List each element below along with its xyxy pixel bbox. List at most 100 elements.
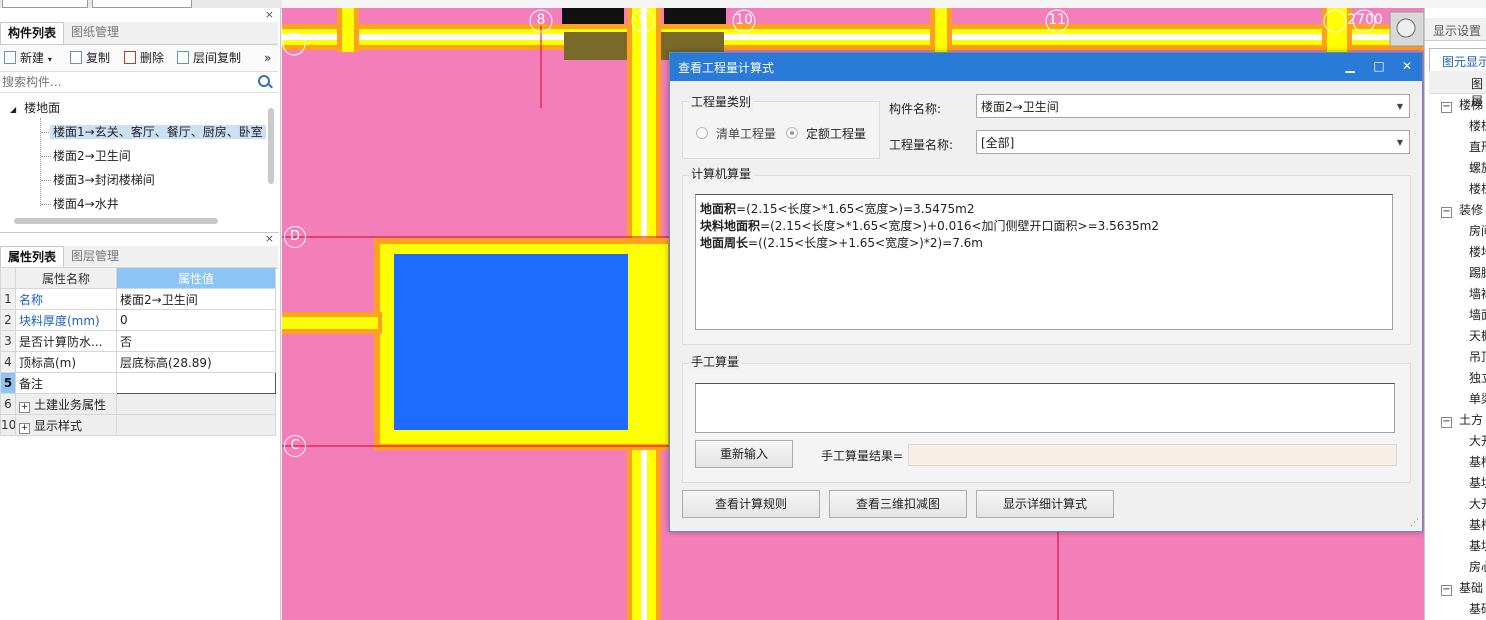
- layer-item[interactable]: 基坑: [1469, 473, 1486, 494]
- property-value[interactable]: 0: [116, 309, 276, 331]
- close-icon[interactable]: ×: [265, 232, 274, 245]
- tree-item-floor1[interactable]: 楼面1→玄关、客厅、餐厅、厨房、卧室: [50, 122, 266, 142]
- collapse-icon[interactable]: −: [1441, 417, 1452, 428]
- view-rules-button[interactable]: 查看计算规则: [682, 490, 820, 518]
- radio-bill-qty[interactable]: 清单工程量: [696, 125, 776, 142]
- layer-item[interactable]: 基槽: [1469, 452, 1486, 473]
- component-toolbar: 新建 ▾ 复制 删除 层间复制 »: [0, 45, 278, 72]
- display-settings-panel: 显示设置 图元显示 图层 −楼梯楼梯直形螺旋楼梯−装修房间楼地踢脚墙裙墙面天棚吊…: [1424, 8, 1486, 620]
- property-row-display-style[interactable]: 10 + 显示样式: [0, 414, 276, 436]
- manual-calc-input[interactable]: [695, 383, 1395, 433]
- property-tabs: 属性列表 图层管理: [0, 246, 278, 269]
- layer-group-label: 装修: [1459, 203, 1484, 217]
- grid-header: 属性名称 属性值: [0, 267, 276, 289]
- floor-selector[interactable]: [2, 0, 88, 8]
- tab-drawing-management[interactable]: 图纸管理: [64, 22, 126, 43]
- qty-name-label: 工程量名称:: [889, 138, 954, 152]
- header-property-name: 属性名称: [15, 267, 117, 289]
- property-row-civil-attrs[interactable]: 6 + 土建业务属性: [0, 393, 276, 415]
- layer-item[interactable]: 大开: [1469, 431, 1486, 452]
- tab-component-list[interactable]: 构件列表: [0, 22, 65, 44]
- tree-item-floor3[interactable]: 楼面3→封闭楼梯间: [53, 170, 155, 190]
- search-icon[interactable]: [258, 75, 270, 87]
- tab-property-list[interactable]: 属性列表: [0, 246, 65, 268]
- expand-icon[interactable]: +: [19, 422, 30, 434]
- tree-connector: [41, 204, 51, 205]
- property-row-waterproof[interactable]: 3 是否计算防水... 否: [0, 330, 276, 352]
- layer-item[interactable]: 大开: [1469, 494, 1486, 515]
- property-value[interactable]: 否: [116, 330, 276, 352]
- category-selector[interactable]: [92, 0, 192, 8]
- tree-vertical-scrollbar[interactable]: [268, 108, 274, 184]
- more-icon[interactable]: »: [264, 50, 271, 66]
- floor-copy-button[interactable]: 层间复制: [177, 50, 241, 66]
- dialog-titlebar[interactable]: 查看工程量计算式 ▁ □ ✕: [670, 53, 1422, 81]
- layer-item[interactable]: 楼梯: [1469, 179, 1486, 200]
- layer-group[interactable]: − 楼梯: [1441, 95, 1483, 116]
- collapse-arrow-icon[interactable]: ◢: [10, 105, 16, 114]
- component-search: [0, 72, 278, 93]
- property-value[interactable]: 楼面2→卫生间: [116, 288, 276, 310]
- property-row-thickness[interactable]: 2 块料厚度(mm) 0: [0, 309, 276, 331]
- layer-item[interactable]: 楼地: [1469, 242, 1486, 263]
- qty-name-select[interactable]: [全部] ▼: [976, 130, 1410, 154]
- layer-item[interactable]: 基槽: [1469, 515, 1486, 536]
- display-settings-header: 显示设置: [1425, 18, 1486, 41]
- show-detail-button[interactable]: 显示详细计算式: [976, 490, 1114, 518]
- tab-layer-management[interactable]: 图层管理: [64, 246, 126, 267]
- tab-element-display[interactable]: 图元显示: [1429, 48, 1486, 71]
- collapse-icon[interactable]: −: [1441, 102, 1452, 113]
- layer-item[interactable]: 吊顶: [1469, 347, 1486, 368]
- computer-calc-text[interactable]: 地面积=(2.15<长度>*1.65<宽度>)=3.5475m2 块料地面积=(…: [695, 194, 1393, 330]
- layer-item[interactable]: 墙面: [1469, 305, 1486, 326]
- manual-calc-label: 手工算量: [689, 353, 742, 370]
- computer-calc-label: 计算机算量: [689, 165, 754, 182]
- expand-icon[interactable]: +: [19, 401, 30, 413]
- property-row-remark[interactable]: 5 备注: [0, 372, 276, 394]
- layer-item[interactable]: 直形: [1469, 137, 1486, 158]
- collapse-icon[interactable]: −: [1441, 207, 1452, 218]
- layer-item[interactable]: 房心: [1469, 557, 1486, 578]
- property-value[interactable]: 层底标高(28.89): [116, 351, 276, 373]
- tree-horizontal-scrollbar[interactable]: [14, 218, 218, 224]
- close-icon[interactable]: ×: [265, 8, 274, 21]
- radio-selected-icon: [786, 127, 798, 139]
- layer-group[interactable]: − 土方: [1441, 410, 1483, 431]
- remark-input[interactable]: [116, 372, 276, 394]
- property-row-name[interactable]: 1 名称 楼面2→卫生间: [0, 288, 276, 310]
- layer-item[interactable]: 基坑: [1469, 536, 1486, 557]
- radio-quota-qty[interactable]: 定额工程量: [786, 125, 866, 142]
- property-row-top-elevation[interactable]: 4 顶标高(m) 层底标高(28.89): [0, 351, 276, 373]
- layer-item[interactable]: 踢脚: [1469, 263, 1486, 284]
- component-name-label: 构件名称:: [889, 102, 942, 116]
- radio-icon: [696, 127, 708, 139]
- copy-icon: [70, 51, 82, 64]
- layer-group[interactable]: − 装修: [1441, 200, 1483, 221]
- collapse-icon[interactable]: −: [1441, 585, 1452, 596]
- view-3d-button[interactable]: 查看三维扣减图: [829, 490, 967, 518]
- tree-root[interactable]: ◢ 楼地面: [10, 98, 60, 118]
- layer-item[interactable]: 单梁: [1469, 389, 1486, 410]
- axis-label-11: 11: [1048, 12, 1066, 28]
- reenter-button[interactable]: 重新输入: [695, 440, 793, 468]
- component-name-select[interactable]: 楼面2→卫生间 ▼: [976, 94, 1410, 118]
- layer-item[interactable]: 独立: [1469, 368, 1486, 389]
- tree-item-floor4[interactable]: 楼面4→水井: [53, 194, 119, 214]
- tree-item-floor2[interactable]: 楼面2→卫生间: [53, 146, 131, 166]
- layer-group[interactable]: − 基础: [1441, 578, 1483, 599]
- layer-item[interactable]: 楼梯: [1469, 116, 1486, 137]
- layer-item[interactable]: 天棚: [1469, 326, 1486, 347]
- resize-grip-icon[interactable]: ⋰: [1410, 518, 1419, 528]
- dialog-title: 查看工程量计算式: [678, 61, 775, 75]
- layer-item[interactable]: 墙裙: [1469, 284, 1486, 305]
- layer-item[interactable]: 螺旋: [1469, 158, 1486, 179]
- layer-item[interactable]: 基础: [1469, 599, 1486, 620]
- maximize-icon[interactable]: □: [1371, 58, 1387, 74]
- delete-button[interactable]: 删除: [124, 50, 164, 66]
- close-icon[interactable]: ✕: [1399, 58, 1415, 74]
- search-input[interactable]: [2, 74, 252, 89]
- new-button[interactable]: 新建 ▾: [4, 50, 52, 66]
- minimize-icon[interactable]: ▁: [1342, 58, 1358, 74]
- copy-button[interactable]: 复制: [70, 50, 110, 66]
- layer-item[interactable]: 房间: [1469, 221, 1486, 242]
